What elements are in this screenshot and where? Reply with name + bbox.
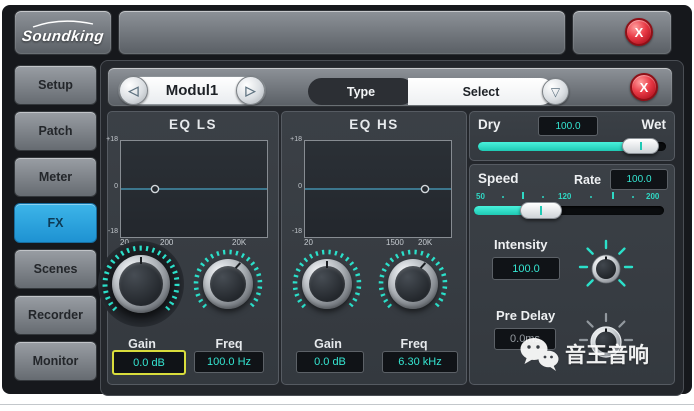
eq-ls-panel: EQ LS +18 0 -18 20 200 20K [107, 111, 279, 385]
dry-wet-value[interactable]: 100.0 [538, 116, 598, 136]
eq-hs-gain-value[interactable]: 0.0 dB [296, 351, 364, 373]
scale-tick [542, 196, 544, 198]
eq-hs-ymax: +18 [287, 136, 302, 143]
scale-tick [522, 192, 524, 199]
eq-hs-gain-knob[interactable] [288, 245, 366, 323]
dry-label: Dry [478, 117, 501, 132]
module-row: ◁ Modul1 ▷ Type Select ▽ X [107, 67, 673, 107]
title-bar [118, 10, 566, 55]
intensity-value[interactable]: 100.0 [492, 257, 560, 280]
eq-hs-ymid: 0 [287, 183, 302, 190]
type-label: Type [308, 78, 414, 105]
fx-close-button[interactable]: X [630, 73, 658, 101]
eq-hs-freq-label: Freq [378, 337, 450, 351]
dry-wet-handle[interactable] [622, 138, 659, 154]
eq-ls-graph[interactable] [120, 140, 268, 238]
knob-notch [420, 262, 426, 269]
sidebar-item-setup[interactable]: Setup [14, 65, 97, 105]
eq-ls-title: EQ LS [108, 117, 278, 132]
rate-label: Rate [574, 173, 601, 187]
logo-swoosh-icon [31, 20, 95, 28]
soundking-logo: Soundking [15, 11, 111, 54]
dry-wet-panel: Dry 100.0 Wet [469, 111, 675, 161]
module-prev-button[interactable]: ◁ [119, 76, 148, 105]
wet-label: Wet [641, 117, 666, 132]
scale-tick [612, 192, 614, 199]
type-select-field[interactable]: Select [408, 78, 554, 105]
arrow-left-icon: ◁ [129, 83, 139, 99]
eq-ls-ymax: +18 [103, 136, 118, 143]
predelay-label: Pre Delay [496, 308, 555, 323]
eq-hs-gain-label: Gain [292, 337, 364, 351]
module-selector[interactable]: ◁ Modul1 ▷ [118, 76, 266, 105]
sidebar-item-meter[interactable]: Meter [14, 157, 97, 197]
sidebar-item-fx[interactable]: FX [14, 203, 97, 243]
rate-value[interactable]: 100.0 [610, 169, 668, 190]
type-dropdown-button[interactable]: ▽ [542, 78, 569, 105]
watermark-text: 音王音响 [565, 339, 649, 369]
eq-hs-freq-knob[interactable] [374, 245, 452, 323]
window-close-button[interactable]: X [625, 18, 653, 46]
speed-handle[interactable] [520, 202, 562, 219]
eq-hs-ymin: -18 [287, 228, 302, 235]
eq-ls-gain-label: Gain [106, 337, 178, 351]
logo-button[interactable]: Soundking [14, 10, 112, 55]
eq-hs-graph[interactable] [304, 140, 452, 238]
eq-hs-title: EQ HS [282, 117, 466, 132]
eq-hs-point[interactable] [421, 185, 428, 192]
eq-ls-gain-knob[interactable] [97, 240, 185, 328]
eq-hs-freq-value[interactable]: 6.30 kHz [382, 351, 458, 373]
eq-ls-freq-knob[interactable] [189, 245, 267, 323]
eq-ls-curve [121, 141, 267, 237]
wechat-icon [518, 336, 560, 372]
app-frame: Soundking X Setup Patch Meter FX Scenes … [2, 5, 692, 394]
scale-tick [502, 196, 504, 198]
scale-tick [590, 196, 592, 198]
eq-hs-panel: EQ HS +18 0 -18 20 1500 20K [281, 111, 467, 385]
module-next-button[interactable]: ▷ [236, 76, 265, 105]
speed-slider[interactable] [474, 206, 664, 215]
bottom-divider [0, 404, 694, 405]
eq-ls-ymid: 0 [103, 183, 118, 190]
intensity-knob[interactable] [574, 235, 638, 299]
window-close-panel: X [572, 10, 672, 55]
knob-notch [140, 257, 142, 264]
module-name: Modul1 [166, 82, 219, 99]
arrow-right-icon: ▷ [246, 83, 256, 99]
eq-ls-gain-value[interactable]: 0.0 dB [112, 350, 186, 375]
speed-label: Speed [478, 171, 519, 186]
chevron-down-icon: ▽ [551, 85, 560, 99]
sidebar-item-scenes[interactable]: Scenes [14, 249, 97, 289]
scale-50: 50 [476, 192, 485, 201]
slider-fill [478, 142, 643, 151]
knob-notch [326, 261, 328, 268]
eq-ls-freq-value[interactable]: 100.0 Hz [194, 351, 264, 373]
knob-notch [235, 262, 241, 269]
scale-tick [632, 196, 634, 198]
logo-text: Soundking [21, 28, 105, 45]
intensity-label: Intensity [494, 237, 547, 252]
scale-120: 120 [558, 192, 571, 201]
sidebar-item-recorder[interactable]: Recorder [14, 295, 97, 335]
eq-ls-freq-label: Freq [193, 337, 265, 351]
eq-ls-point[interactable] [151, 185, 158, 192]
eq-ls-ymin: -18 [103, 228, 118, 235]
scale-200: 200 [646, 192, 659, 201]
watermark: 音王音响 [518, 336, 649, 372]
eq-hs-curve [305, 141, 451, 237]
sidebar-item-monitor[interactable]: Monitor [14, 341, 97, 381]
sidebar-item-patch[interactable]: Patch [14, 111, 97, 151]
